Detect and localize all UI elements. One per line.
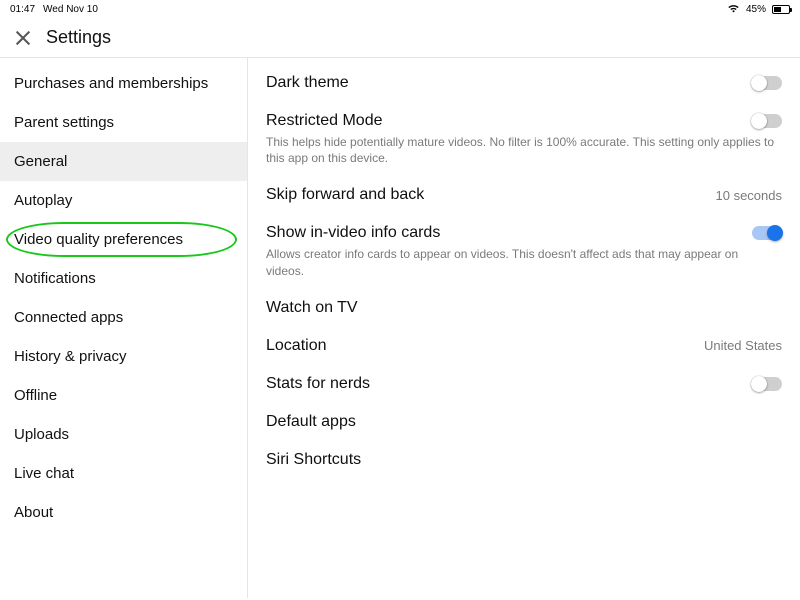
settings-header: Settings: [0, 18, 800, 58]
setting-row-dark_theme: Dark theme: [266, 64, 782, 102]
sidebar-item-label: Live chat: [14, 465, 74, 482]
setting-row-default_apps[interactable]: Default apps: [266, 403, 782, 441]
sidebar-item-notifications[interactable]: Notifications: [0, 259, 247, 298]
sidebar-item-label: Connected apps: [14, 309, 123, 326]
status-time: 01:47: [10, 4, 35, 15]
sidebar-item-video-quality-preferences[interactable]: Video quality preferences: [0, 220, 247, 259]
battery-icon: [772, 5, 790, 14]
sidebar-item-label: Video quality preferences: [14, 231, 183, 248]
sidebar-item-purchases-and-memberships[interactable]: Purchases and memberships: [0, 64, 247, 103]
toggle-dark_theme[interactable]: [752, 76, 782, 90]
setting-row-siri[interactable]: Siri Shortcuts: [266, 441, 782, 479]
setting-title: Default apps: [266, 413, 356, 431]
sidebar-item-history-privacy[interactable]: History & privacy: [0, 337, 247, 376]
setting-title: Siri Shortcuts: [266, 451, 361, 469]
sidebar-item-offline[interactable]: Offline: [0, 376, 247, 415]
sidebar-item-label: About: [14, 504, 53, 521]
setting-value: 10 seconds: [716, 188, 783, 203]
setting-description: Allows creator info cards to appear on v…: [266, 246, 782, 278]
setting-row-location: Location United States: [266, 327, 782, 365]
setting-row-skip: Skip forward and back 10 seconds: [266, 176, 782, 214]
sidebar-item-autoplay[interactable]: Autoplay: [0, 181, 247, 220]
toggle-info_cards[interactable]: [752, 226, 782, 240]
setting-row-info_cards: Show in-video info cards Allows creator i…: [266, 214, 782, 288]
setting-title: Show in-video info cards: [266, 224, 440, 242]
close-icon[interactable]: [14, 29, 32, 47]
sidebar-item-label: History & privacy: [14, 348, 127, 365]
sidebar-item-label: Autoplay: [14, 192, 72, 209]
setting-row-stats: Stats for nerds: [266, 365, 782, 403]
sidebar-item-label: Uploads: [14, 426, 69, 443]
settings-sidebar: Purchases and memberships Parent settings…: [0, 58, 248, 598]
page-title: Settings: [46, 27, 111, 48]
setting-row-watch_tv[interactable]: Watch on TV: [266, 289, 782, 327]
settings-main: Dark theme Restricted Mode This helps hide…: [248, 58, 800, 598]
sidebar-item-live-chat[interactable]: Live chat: [0, 454, 247, 493]
sidebar-item-parent-settings[interactable]: Parent settings: [0, 103, 247, 142]
setting-value: United States: [704, 338, 782, 353]
setting-row-restricted_mode: Restricted Mode This helps hide potential…: [266, 102, 782, 176]
setting-title: Dark theme: [266, 74, 349, 92]
toggle-stats[interactable]: [752, 377, 782, 391]
sidebar-item-label: General: [14, 153, 67, 170]
sidebar-item-label: Notifications: [14, 270, 96, 287]
sidebar-item-about[interactable]: About: [0, 493, 247, 532]
setting-title: Watch on TV: [266, 299, 358, 317]
status-date: Wed Nov 10: [43, 4, 98, 15]
wifi-icon: [727, 3, 740, 16]
sidebar-item-label: Parent settings: [14, 114, 114, 131]
setting-title: Location: [266, 337, 327, 355]
sidebar-item-uploads[interactable]: Uploads: [0, 415, 247, 454]
setting-title: Stats for nerds: [266, 375, 370, 393]
setting-title: Skip forward and back: [266, 186, 424, 204]
status-bar: 01:47 Wed Nov 10 45%: [0, 0, 800, 18]
toggle-restricted_mode[interactable]: [752, 114, 782, 128]
battery-percent: 45%: [746, 4, 766, 15]
sidebar-item-label: Offline: [14, 387, 57, 404]
sidebar-item-general[interactable]: General: [0, 142, 247, 181]
setting-title: Restricted Mode: [266, 112, 383, 130]
sidebar-item-connected-apps[interactable]: Connected apps: [0, 298, 247, 337]
setting-description: This helps hide potentially mature video…: [266, 134, 782, 166]
sidebar-item-label: Purchases and memberships: [14, 75, 208, 92]
